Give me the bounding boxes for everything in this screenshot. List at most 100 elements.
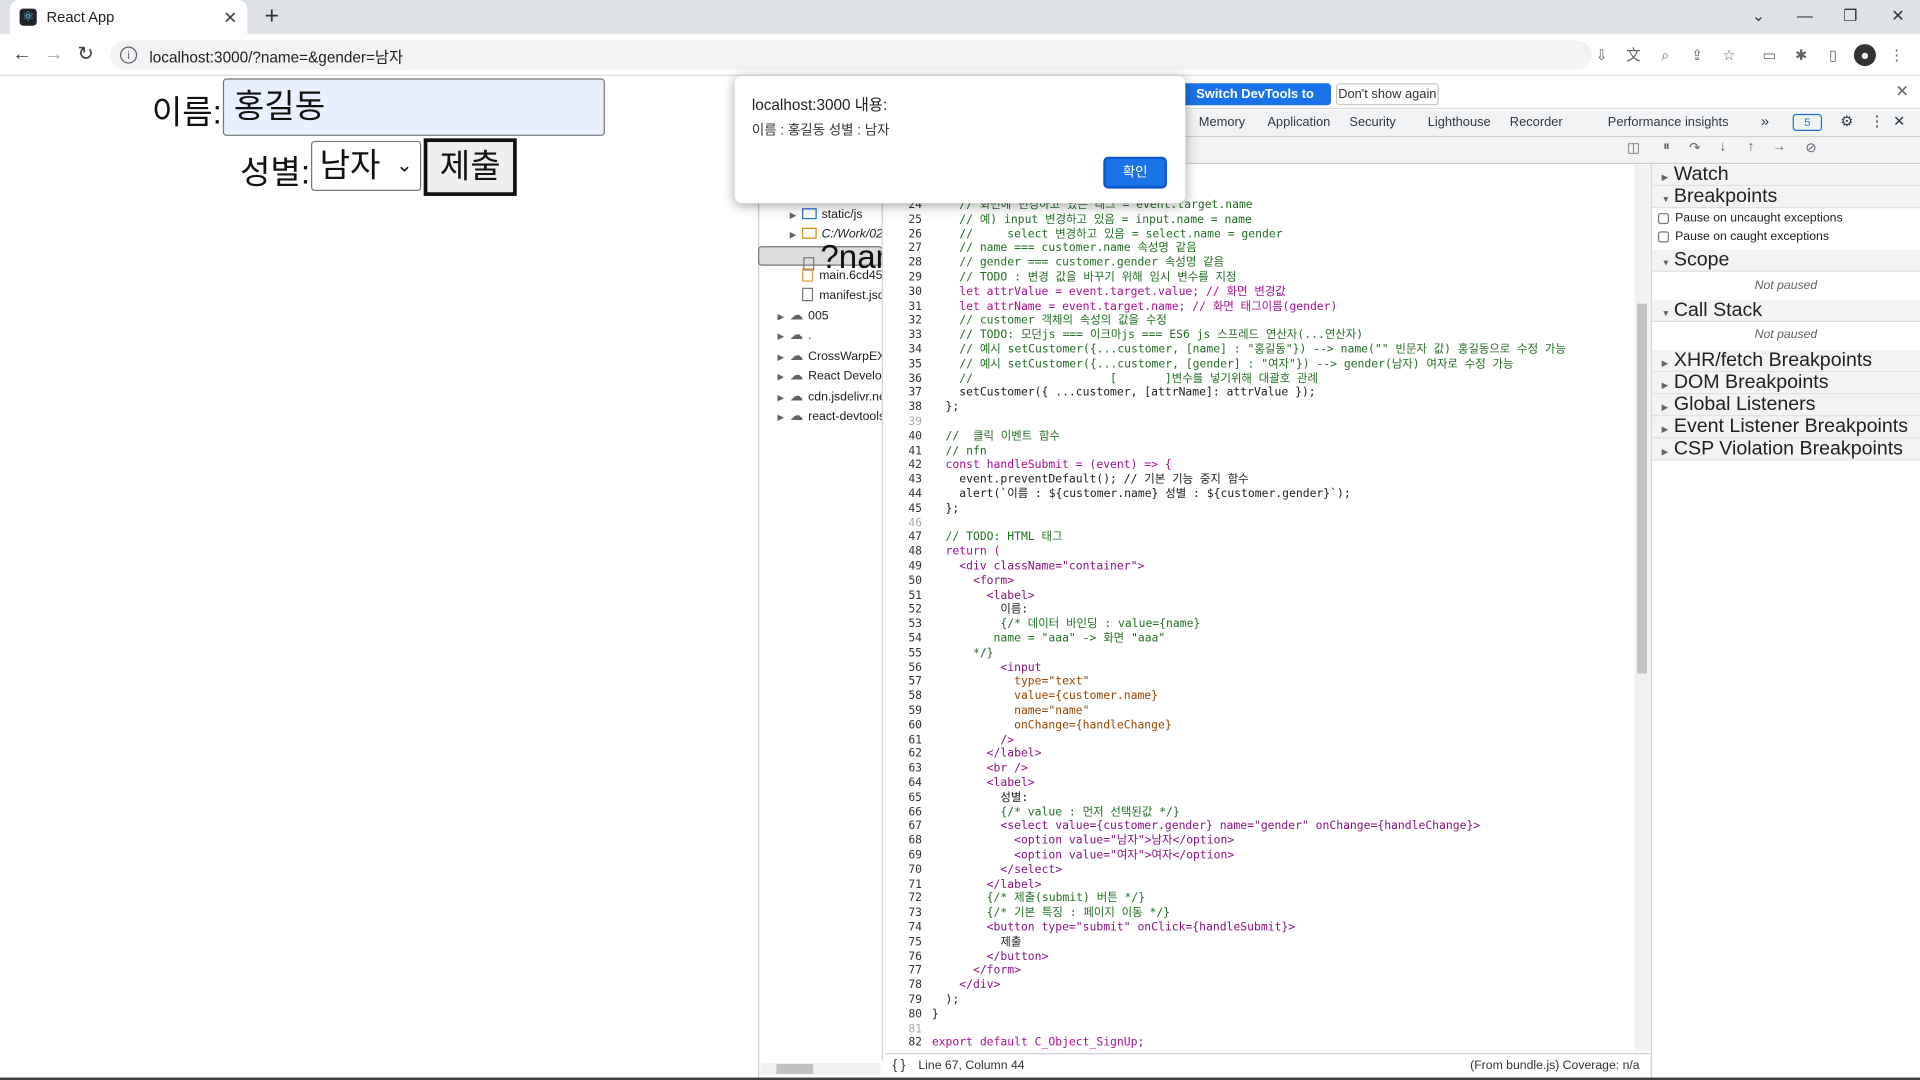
line-number[interactable]: 61 [885, 733, 922, 747]
avatar[interactable]: ● [1853, 44, 1876, 67]
line-number[interactable]: 75 [885, 935, 922, 949]
line-number[interactable]: 37 [885, 386, 922, 400]
line-number[interactable]: 41 [885, 444, 922, 458]
event-listener-breakpoints-section[interactable]: ▶ Event Listener Breakpoints [1651, 416, 1920, 439]
line-number[interactable]: 33 [885, 328, 922, 342]
step-into-icon[interactable]: ↓ [1713, 140, 1733, 155]
tab-recorder[interactable]: Recorder [1510, 115, 1563, 130]
line-number[interactable]: 44 [885, 487, 922, 501]
minimize-icon[interactable]: — [1783, 0, 1827, 34]
chevron-down-icon[interactable]: ⌄ [1736, 0, 1780, 34]
line-number[interactable]: 39 [885, 415, 922, 429]
line-number[interactable]: 49 [885, 560, 922, 574]
line-number[interactable]: 45 [885, 502, 922, 516]
line-number[interactable]: 36 [885, 372, 922, 386]
line-number[interactable]: 65 [885, 791, 922, 805]
more-icon[interactable]: ⋮ [1870, 113, 1885, 130]
tree-item[interactable]: ▶ ☁ 005 [778, 306, 829, 326]
close-devtools-icon[interactable]: ✕ [1893, 113, 1905, 130]
tab-application[interactable]: Application [1267, 115, 1330, 130]
call-stack-section[interactable]: ▼ Call Stack [1651, 300, 1920, 323]
dom-breakpoints-section[interactable]: ▶ DOM Breakpoints [1651, 372, 1920, 395]
line-number[interactable]: 50 [885, 574, 922, 588]
extension-icon[interactable]: ▭ [1758, 44, 1780, 66]
close-window-icon[interactable]: ✕ [1876, 0, 1920, 34]
line-number[interactable]: 26 [885, 227, 922, 241]
more-tabs-icon[interactable]: » [1761, 113, 1769, 130]
step-out-icon[interactable]: ↑ [1741, 140, 1761, 155]
line-number[interactable]: 82 [885, 1036, 922, 1050]
forward-icon[interactable]: → [39, 39, 68, 71]
toggle-sidebar-icon[interactable]: ◫ [1624, 140, 1644, 156]
navigator-scroll-thumb[interactable] [776, 1064, 814, 1074]
tree-item[interactable]: manifest.jsc [802, 287, 882, 307]
deactivate-breakpoints-icon[interactable]: ⊘ [1801, 140, 1821, 156]
back-icon[interactable]: ← [7, 39, 36, 71]
line-number[interactable]: 29 [885, 271, 922, 285]
line-number[interactable]: 58 [885, 690, 922, 704]
line-number[interactable]: 28 [885, 256, 922, 270]
tab-memory[interactable]: Memory [1199, 115, 1245, 130]
address-bar[interactable]: i localhost:3000/?name=&gender=남자 [110, 40, 1592, 70]
xhr-breakpoints-section[interactable]: ▶ XHR/fetch Breakpoints [1651, 350, 1920, 373]
dont-show-again-button[interactable]: Don't show again [1335, 83, 1439, 106]
menu-icon[interactable]: ⋮ [1886, 44, 1908, 66]
reload-icon[interactable]: ↻ [71, 39, 100, 71]
pause-uncaught-checkbox[interactable] [1657, 213, 1669, 225]
line-number[interactable]: 72 [885, 892, 922, 906]
line-number[interactable]: 51 [885, 588, 922, 602]
step-over-icon[interactable]: ↷ [1685, 140, 1705, 156]
pretty-print-icon[interactable]: { } [893, 1058, 906, 1073]
install-icon[interactable]: ⇩ [1591, 44, 1613, 66]
line-number[interactable]: 34 [885, 343, 922, 357]
line-number[interactable]: 52 [885, 603, 922, 617]
restore-icon[interactable]: ❐ [1828, 0, 1872, 34]
issues-badge[interactable]: 5 [1792, 113, 1823, 132]
line-number[interactable]: 74 [885, 921, 922, 935]
global-listeners-section[interactable]: ▶ Global Listeners [1651, 394, 1920, 417]
share-icon[interactable]: ⇪ [1686, 44, 1708, 66]
code-editor[interactable]: 24 // 화면에 변경하고 있는 태그 = event.target.name… [885, 184, 1634, 1053]
tree-item[interactable]: ▶ ☁. [778, 326, 812, 346]
puzzle-icon[interactable]: ✱ [1790, 44, 1812, 66]
plus-icon[interactable]: + [257, 2, 286, 31]
line-number[interactable]: 31 [885, 300, 922, 314]
line-number[interactable]: 40 [885, 430, 922, 444]
step-icon[interactable]: → [1769, 140, 1789, 155]
line-number[interactable]: 27 [885, 242, 922, 256]
pause-caught-checkbox[interactable] [1657, 231, 1669, 243]
line-number[interactable]: 25 [885, 213, 922, 227]
tree-item[interactable]: ▶ ☁ react-devtools [778, 407, 882, 427]
sidepanel-icon[interactable]: ▯ [1822, 44, 1844, 66]
translate-icon[interactable]: 文 [1622, 44, 1644, 66]
alert-ok-button[interactable]: 확인 [1103, 156, 1167, 189]
submit-button[interactable]: 제출 [423, 138, 517, 196]
info-icon[interactable]: i [120, 46, 138, 64]
watch-section[interactable]: ▶ Watch [1651, 164, 1920, 187]
line-number[interactable]: 80 [885, 1008, 922, 1022]
line-number[interactable]: 38 [885, 401, 922, 415]
tree-item[interactable]: ▶ ☁ CrossWarpEX [778, 347, 882, 367]
tree-item[interactable]: main.6cd45 [802, 267, 882, 287]
line-number[interactable]: 63 [885, 762, 922, 776]
tree-item[interactable]: ▶ ☁ cdn.jsdelivr.ne [778, 387, 882, 407]
close-icon[interactable]: ✕ [223, 7, 237, 28]
line-number[interactable]: 43 [885, 473, 922, 487]
line-number[interactable]: 79 [885, 993, 922, 1007]
line-number[interactable]: 71 [885, 877, 922, 891]
line-number[interactable]: 47 [885, 531, 922, 545]
line-number[interactable]: 30 [885, 285, 922, 299]
tab-security[interactable]: Security [1349, 115, 1395, 130]
line-number[interactable]: 53 [885, 617, 922, 631]
tab-lighthouse[interactable]: Lighthouse [1428, 115, 1491, 130]
star-icon[interactable]: ☆ [1718, 44, 1740, 66]
line-number[interactable]: 66 [885, 805, 922, 819]
pause-icon[interactable]: ⏸ [1657, 140, 1677, 156]
tree-item[interactable]: ▶ ☁ React Develop [778, 366, 882, 386]
line-number[interactable]: 76 [885, 950, 922, 964]
gear-icon[interactable]: ⚙ [1840, 113, 1853, 130]
gender-select[interactable]: 남자 ⌄ [311, 140, 422, 192]
line-number[interactable]: 42 [885, 458, 922, 472]
line-number[interactable]: 73 [885, 906, 922, 920]
line-number[interactable]: 81 [885, 1022, 922, 1036]
